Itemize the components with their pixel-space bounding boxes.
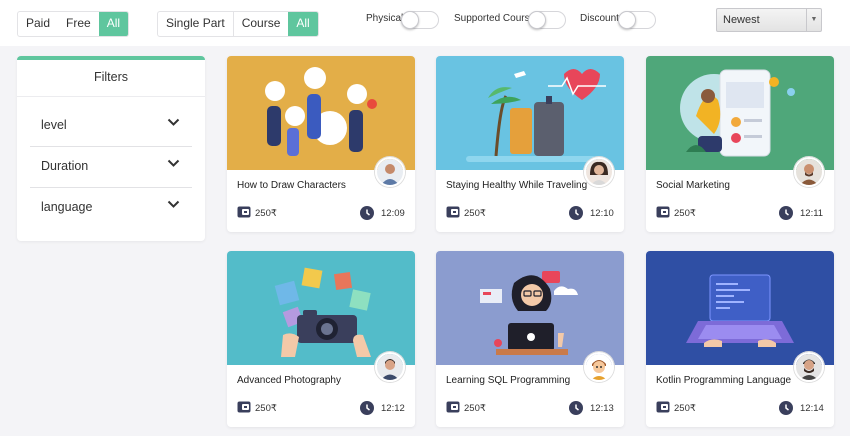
clock-icon [569, 206, 583, 220]
avatar [375, 352, 405, 382]
course-duration: 12:14 [800, 403, 824, 414]
sort-selected-value: Newest [723, 14, 760, 26]
course-title: Staying Healthy While Traveling [446, 180, 588, 191]
course-thumbnail-drawing [227, 251, 415, 365]
course-price: 250₹ [255, 208, 277, 219]
type-filter-paid[interactable]: Paid [18, 12, 58, 36]
course-duration: 12:12 [381, 403, 405, 414]
wallet-icon [237, 401, 251, 413]
filter-language[interactable]: language [30, 188, 192, 228]
part-filter-course[interactable]: Course [232, 12, 289, 36]
course-thumbnail-drawing [436, 251, 624, 365]
part-filter-single-part[interactable]: Single Part [158, 12, 233, 36]
course-card[interactable]: How to Draw Characters 250₹ 12:09 [227, 56, 415, 232]
course-card[interactable]: Kotlin Programming Language 250₹ 12:14 [646, 251, 834, 427]
top-toolbar: Paid Free All Single Part Course All Phy… [0, 0, 850, 46]
wallet-icon [656, 206, 670, 218]
course-thumbnail-drawing [646, 56, 834, 170]
clock-icon [360, 206, 374, 220]
course-price: 250₹ [464, 403, 486, 414]
wallet-icon [237, 206, 251, 218]
type-filter-free[interactable]: Free [58, 12, 99, 36]
supported-course-label: Supported Course [454, 13, 536, 24]
type-filter-group: Paid Free All [17, 11, 130, 37]
part-filter-group: Single Part Course All [157, 11, 319, 37]
dropdown-arrow-icon: ▼ [806, 9, 821, 31]
type-filter-all[interactable]: All [98, 12, 129, 36]
filter-duration[interactable]: Duration [30, 147, 192, 188]
clock-icon [779, 401, 793, 415]
filters-panel: Filters level Duration language [17, 56, 205, 241]
course-card[interactable]: Advanced Photography 250₹ 12:12 [227, 251, 415, 427]
filter-level-label: level [41, 118, 67, 132]
filter-duration-label: Duration [41, 159, 89, 173]
chevron-down-icon [167, 118, 180, 126]
course-card[interactable]: Social Marketing 250₹ 12:11 [646, 56, 834, 232]
course-price: 250₹ [674, 208, 696, 219]
physical-toggle[interactable] [401, 11, 439, 29]
course-title: Social Marketing [656, 180, 730, 191]
wallet-icon [656, 401, 670, 413]
filter-level[interactable]: level [30, 106, 192, 147]
course-price: 250₹ [255, 403, 277, 414]
course-price: 250₹ [464, 208, 486, 219]
chevron-down-icon [167, 200, 180, 208]
course-thumbnail-drawing [227, 56, 415, 170]
avatar [375, 157, 405, 187]
discount-label: Discount [580, 13, 619, 24]
course-duration: 12:09 [381, 208, 405, 219]
sort-select[interactable]: Newest ▼ [716, 8, 822, 32]
course-title: How to Draw Characters [237, 180, 346, 191]
clock-icon [779, 206, 793, 220]
course-title: Advanced Photography [237, 375, 341, 386]
chevron-down-icon [167, 159, 180, 167]
wallet-icon [446, 206, 460, 218]
avatar [794, 157, 824, 187]
course-title: Learning SQL Programming [446, 375, 571, 386]
course-card[interactable]: Staying Healthy While Traveling 250₹ 12:… [436, 56, 624, 232]
filters-title: Filters [17, 60, 205, 97]
course-thumbnail-drawing [646, 251, 834, 365]
filter-language-label: language [41, 200, 93, 214]
clock-icon [569, 401, 583, 415]
clock-icon [360, 401, 374, 415]
discount-toggle[interactable] [618, 11, 656, 29]
avatar [584, 157, 614, 187]
course-duration: 12:11 [800, 208, 824, 219]
course-duration: 12:10 [590, 208, 614, 219]
avatar [794, 352, 824, 382]
physical-label: Physical [366, 13, 404, 24]
course-duration: 12:13 [590, 403, 614, 414]
avatar [584, 352, 614, 382]
course-thumbnail-drawing [436, 56, 624, 170]
course-price: 250₹ [674, 403, 696, 414]
supported-course-toggle[interactable] [528, 11, 566, 29]
wallet-icon [446, 401, 460, 413]
part-filter-all[interactable]: All [288, 12, 318, 36]
course-title: Kotlin Programming Language [656, 375, 792, 386]
course-card[interactable]: Learning SQL Programming 250₹ 12:13 [436, 251, 624, 427]
